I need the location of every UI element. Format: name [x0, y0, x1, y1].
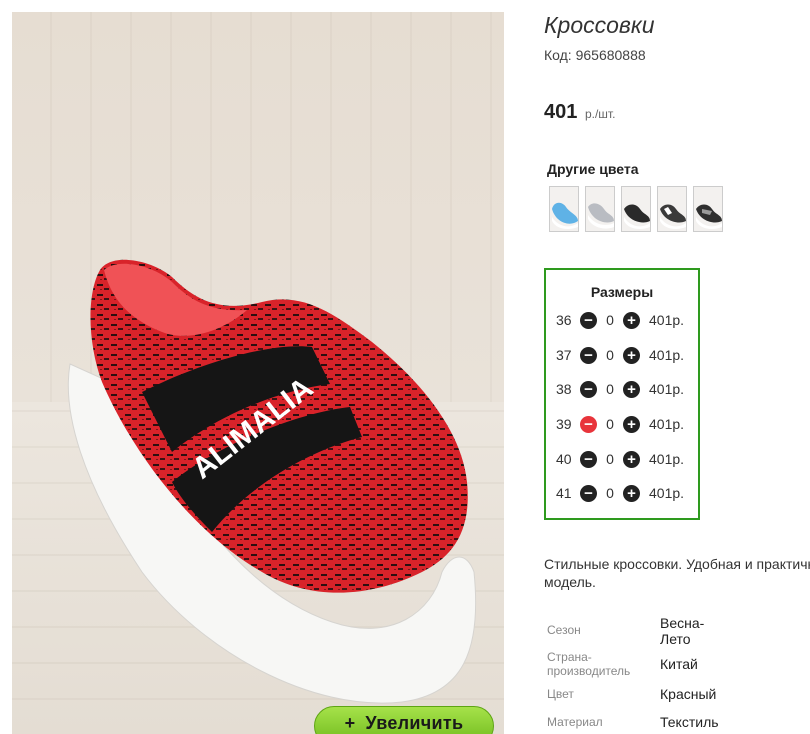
size-price: 401р. — [649, 416, 685, 432]
size-row-38: 38 − 0 + 401р. — [556, 379, 696, 399]
minus-icon[interactable]: − — [580, 484, 597, 502]
product-title: Кроссовки — [544, 12, 655, 38]
attribute-value: Красный — [660, 686, 717, 702]
color-swatch-black-grey[interactable] — [693, 186, 723, 232]
size-price: 401р. — [649, 485, 685, 501]
size-row-39: 39 − 0 + 401р. — [556, 414, 696, 434]
size-quantity: 0 — [606, 312, 614, 328]
price-value: 401 — [544, 101, 578, 123]
size-number: 41 — [556, 485, 572, 501]
minus-icon[interactable]: − — [580, 311, 597, 329]
size-quantity: 0 — [606, 416, 614, 432]
attribute-value: Китай — [660, 656, 698, 672]
size-number: 39 — [556, 416, 572, 432]
attribute-label: Материал — [547, 715, 603, 729]
attribute-label: Цвет — [547, 687, 574, 701]
size-row-41: 41 − 0 + 401р. — [556, 483, 696, 503]
color-swatch-black-white[interactable] — [657, 186, 687, 232]
plus-icon[interactable]: + — [623, 450, 640, 468]
size-price: 401р. — [649, 451, 685, 467]
attribute-value: Весна-Лето — [660, 615, 705, 647]
size-price: 401р. — [649, 381, 685, 397]
size-quantity: 0 — [606, 485, 614, 501]
size-row-40: 40 − 0 + 401р. — [556, 449, 696, 469]
plus-icon[interactable]: + — [623, 346, 640, 364]
product-code: Код: 965680888 — [544, 47, 646, 63]
other-colors-label: Другие цвета — [547, 161, 639, 177]
minus-icon[interactable]: − — [580, 450, 597, 468]
plus-icon[interactable]: + — [623, 484, 640, 502]
sizes-title: Размеры — [590, 284, 654, 300]
product-description: Стильные кроссовки. Удобная и практичная… — [544, 556, 810, 590]
zoom-button[interactable]: + Увеличить — [314, 706, 494, 734]
plus-icon[interactable]: + — [623, 415, 640, 433]
size-price: 401р. — [649, 347, 685, 363]
size-quantity: 0 — [606, 381, 614, 397]
size-quantity: 0 — [606, 451, 614, 467]
zoom-button-label: Увеличить — [365, 713, 464, 733]
size-price: 401р. — [649, 312, 685, 328]
size-number: 38 — [556, 381, 572, 397]
sizes-panel: Размеры 36 − 0 + 401р. 37 − 0 + 401р. 38… — [544, 268, 700, 520]
size-quantity: 0 — [606, 347, 614, 363]
attribute-label: Сезон — [547, 623, 581, 637]
product-photo[interactable]: ALIMALIA — [12, 12, 504, 734]
size-number: 40 — [556, 451, 572, 467]
plus-icon: + — [344, 713, 356, 733]
attribute-label: Страна-производитель — [547, 650, 631, 678]
plus-icon[interactable]: + — [623, 311, 640, 329]
color-swatches — [549, 186, 723, 232]
color-swatch-black[interactable] — [621, 186, 651, 232]
size-row-37: 37 − 0 + 401р. — [556, 345, 696, 365]
plus-icon[interactable]: + — [623, 380, 640, 398]
attribute-value: Текстиль — [660, 714, 719, 730]
size-number: 37 — [556, 347, 572, 363]
minus-icon[interactable]: − — [580, 415, 597, 433]
color-swatch-grey[interactable] — [585, 186, 615, 232]
color-swatch-blue[interactable] — [549, 186, 579, 232]
size-number: 36 — [556, 312, 572, 328]
product-price: 401 р./шт. — [544, 101, 615, 124]
sneaker-image: ALIMALIA — [67, 259, 477, 704]
minus-icon[interactable]: − — [580, 380, 597, 398]
size-row-36: 36 − 0 + 401р. — [556, 310, 696, 330]
minus-icon[interactable]: − — [580, 346, 597, 364]
price-unit: р./шт. — [584, 107, 616, 121]
